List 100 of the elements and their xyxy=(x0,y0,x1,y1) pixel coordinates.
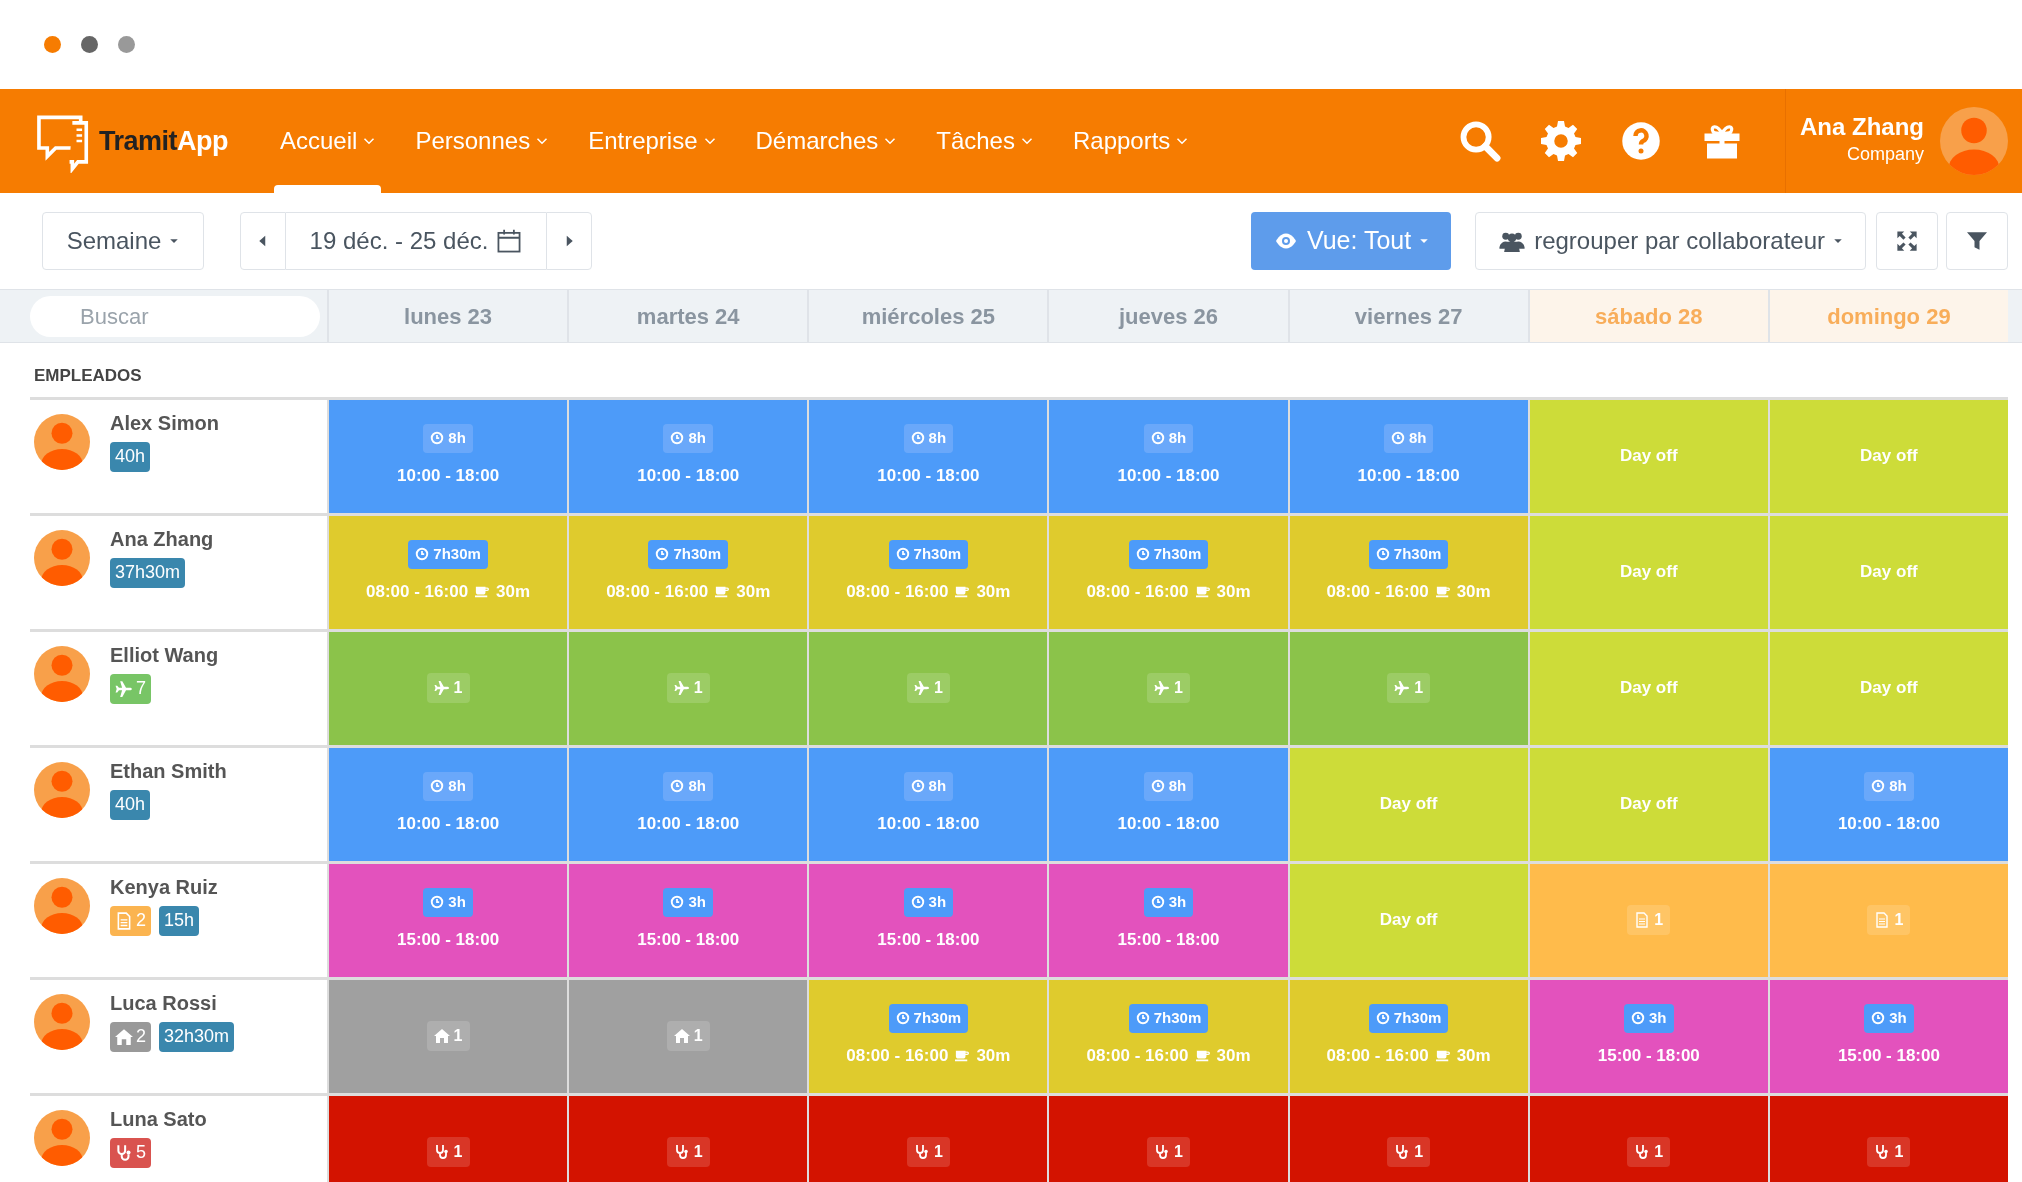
schedule-cell[interactable]: 7h30m 08:00 - 16:00 30m xyxy=(1287,512,1528,629)
schedule-cell[interactable]: 3h 15:00 - 18:00 xyxy=(1527,976,1768,1093)
nav-tab[interactable]: Démarches xyxy=(755,89,897,193)
logo-text: TramitApp xyxy=(99,124,228,158)
day-header: domingo 29 xyxy=(1767,290,2008,342)
schedule-cell[interactable]: 3h 15:00 - 18:00 xyxy=(1047,860,1288,977)
schedule-cell[interactable]: 3h 15:00 - 18:00 xyxy=(567,860,808,977)
nav-tab[interactable]: Rapports xyxy=(1072,89,1189,193)
nav-tab[interactable]: Entreprise xyxy=(588,89,716,193)
section-heading: EMPLEADOS xyxy=(33,365,143,387)
clock-icon xyxy=(1375,547,1390,562)
schedule-cell[interactable]: 7h30m 08:00 - 16:00 30m xyxy=(1047,512,1288,629)
schedule-cell[interactable]: Day off xyxy=(1527,512,1768,629)
employee-name: Luna Sato xyxy=(110,1106,207,1132)
summary-badge: 32h30m xyxy=(159,1021,235,1052)
stethoscope-icon xyxy=(433,1144,450,1160)
nav-tab[interactable]: Tâches xyxy=(936,89,1033,193)
day-header: martes 24 xyxy=(567,290,808,342)
user-company: Company xyxy=(1845,142,1924,166)
schedule-cell[interactable]: 1 xyxy=(1527,1092,1768,1182)
settings-button[interactable] xyxy=(1541,121,1581,161)
search-button[interactable] xyxy=(1459,120,1501,162)
schedule-cell[interactable]: 3h 15:00 - 18:00 xyxy=(1767,976,2008,1093)
schedule-cell[interactable]: 1 xyxy=(567,1092,808,1182)
search-field[interactable]: Buscar xyxy=(30,296,320,337)
schedule-cell[interactable]: 1 xyxy=(327,976,568,1093)
schedule-cell[interactable]: 1 xyxy=(1047,628,1288,745)
schedule-cell[interactable]: 7h30m 08:00 - 16:00 30m xyxy=(567,512,808,629)
schedule-cell[interactable]: 3h 15:00 - 18:00 xyxy=(327,860,568,977)
clock-icon xyxy=(1150,431,1165,446)
schedule-cell[interactable]: 8h 10:00 - 18:00 xyxy=(807,396,1048,513)
day-header: lunes 23 xyxy=(327,290,568,342)
schedule-cell[interactable]: Day off xyxy=(1767,396,2008,513)
day-header: sábado 28 xyxy=(1527,290,1768,342)
view-dropdown[interactable]: Vue: Tout xyxy=(1250,212,1452,270)
schedule-cell[interactable]: Day off xyxy=(1767,628,2008,745)
fullscreen-button[interactable] xyxy=(1876,212,1938,270)
schedule-cell[interactable]: Day off xyxy=(1527,396,1768,513)
schedule-cell[interactable]: 1 xyxy=(327,628,568,745)
schedule-cell[interactable]: Day off xyxy=(1527,628,1768,745)
date-range-button[interactable]: 19 déc. - 25 déc. xyxy=(286,212,546,270)
clock-icon xyxy=(1135,1011,1150,1026)
summary-badge: 40h xyxy=(110,789,151,820)
help-icon xyxy=(1621,121,1661,161)
avatar-icon xyxy=(34,877,90,934)
avatar-icon xyxy=(34,993,90,1050)
schedule-cell[interactable]: 1 xyxy=(1767,1092,2008,1182)
clock-icon xyxy=(1871,779,1886,794)
schedule-cell[interactable]: 7h30m 08:00 - 16:00 30m xyxy=(1047,976,1288,1093)
window-dot[interactable] xyxy=(81,36,98,53)
clock-icon xyxy=(430,779,445,794)
schedule-cell[interactable]: 1 xyxy=(1527,860,1768,977)
schedule-cell[interactable]: 7h30m 08:00 - 16:00 30m xyxy=(327,512,568,629)
schedule-cell[interactable]: 1 xyxy=(327,1092,568,1182)
schedule-cell[interactable]: 1 xyxy=(807,628,1048,745)
clock-icon xyxy=(1871,1011,1886,1026)
window-dot[interactable] xyxy=(44,36,61,53)
schedule-cell[interactable]: 8h 10:00 - 18:00 xyxy=(567,744,808,861)
schedule-cell[interactable]: 1 xyxy=(1287,628,1528,745)
stethoscope-icon xyxy=(913,1144,930,1160)
clock-icon xyxy=(895,547,910,562)
schedule-cell[interactable]: Day off xyxy=(1767,512,2008,629)
schedule-cell[interactable]: 3h 15:00 - 18:00 xyxy=(807,860,1048,977)
schedule-cell[interactable]: 1 xyxy=(567,628,808,745)
plane-icon xyxy=(1394,680,1411,696)
nav-tab[interactable]: Personnes xyxy=(415,89,549,193)
document-icon xyxy=(115,911,133,930)
schedule-cell[interactable]: 8h 10:00 - 18:00 xyxy=(327,396,568,513)
schedule-cell[interactable]: 8h 10:00 - 18:00 xyxy=(327,744,568,861)
schedule-cell[interactable]: 1 xyxy=(1287,1092,1528,1182)
help-button[interactable] xyxy=(1621,121,1661,161)
filter-button[interactable] xyxy=(1946,212,2008,270)
schedule-cell[interactable]: 8h 10:00 - 18:00 xyxy=(567,396,808,513)
schedule-cell[interactable]: Day off xyxy=(1287,860,1528,977)
schedule-cell[interactable]: 1 xyxy=(807,1092,1048,1182)
stethoscope-icon xyxy=(1394,1144,1411,1160)
schedule-cell[interactable]: 8h 10:00 - 18:00 xyxy=(807,744,1048,861)
plane-icon xyxy=(673,680,690,696)
period-dropdown[interactable]: Semaine xyxy=(42,212,204,270)
schedule-cell[interactable]: 1 xyxy=(1767,860,2008,977)
employee-name: Kenya Ruiz xyxy=(110,874,218,900)
group-by-dropdown[interactable]: regrouper par collaborateur xyxy=(1475,212,1866,270)
schedule-cell[interactable]: 7h30m 08:00 - 16:00 30m xyxy=(807,976,1048,1093)
schedule-cell[interactable]: Day off xyxy=(1527,744,1768,861)
settings-icon xyxy=(1541,121,1581,161)
schedule-cell[interactable]: 7h30m 08:00 - 16:00 30m xyxy=(807,512,1048,629)
schedule-cell[interactable]: 8h 10:00 - 18:00 xyxy=(1047,744,1288,861)
schedule-cell[interactable]: 1 xyxy=(567,976,808,1093)
schedule-cell[interactable]: 8h 10:00 - 18:00 xyxy=(1767,744,2008,861)
schedule-cell[interactable]: 8h 10:00 - 18:00 xyxy=(1047,396,1288,513)
avatar-icon xyxy=(34,413,90,470)
house-icon xyxy=(673,1028,690,1044)
schedule-cell[interactable]: 8h 10:00 - 18:00 xyxy=(1287,396,1528,513)
schedule-cell[interactable]: Day off xyxy=(1287,744,1528,861)
search-icon xyxy=(1459,120,1501,162)
clock-icon xyxy=(910,779,925,794)
schedule-cell[interactable]: 7h30m 08:00 - 16:00 30m xyxy=(1287,976,1528,1093)
window-dot[interactable] xyxy=(118,36,135,53)
stethoscope-icon xyxy=(673,1144,690,1160)
schedule-cell[interactable]: 1 xyxy=(1047,1092,1288,1182)
